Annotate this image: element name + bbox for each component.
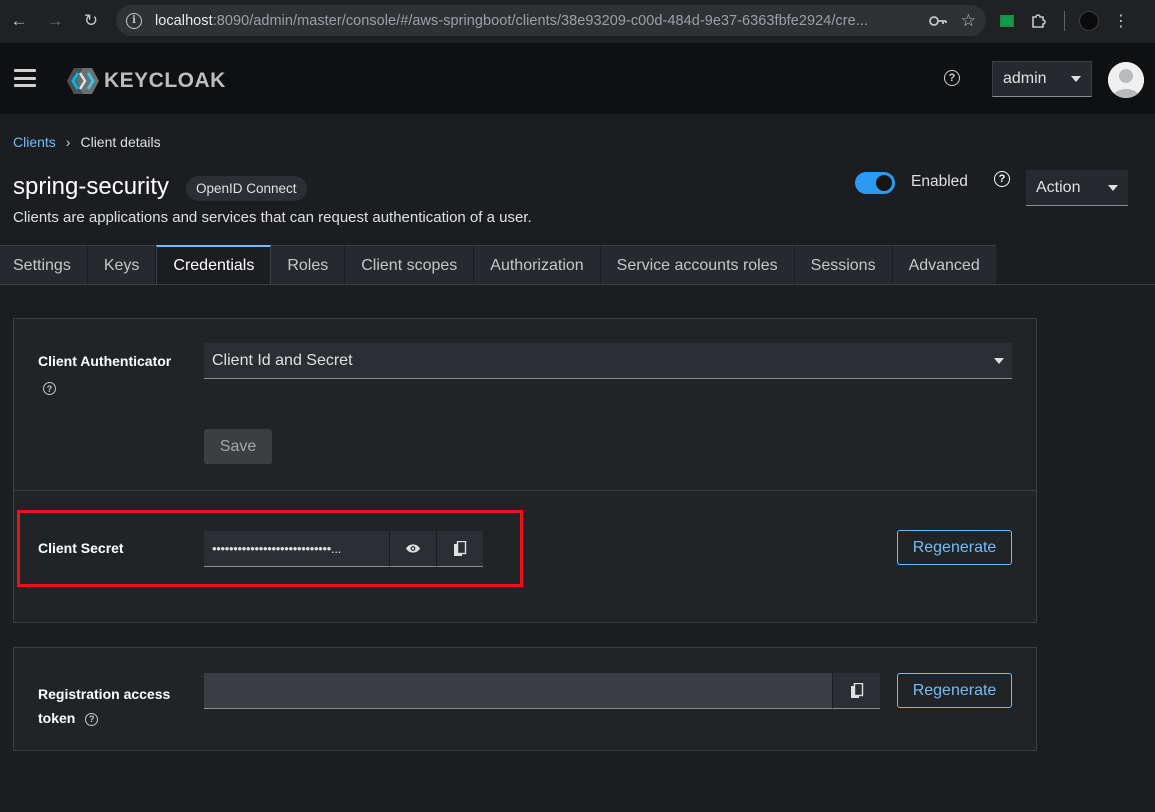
logo-text: KEYCLOAK xyxy=(104,69,226,92)
reload-icon[interactable]: ↻ xyxy=(78,8,104,34)
address-bar[interactable]: i localhost:8090/admin/master/console/#/… xyxy=(116,5,986,36)
client-authenticator-label: Client Authenticator xyxy=(38,353,172,369)
user-name: admin xyxy=(1003,70,1047,87)
chevron-right-icon: › xyxy=(65,134,71,150)
authenticator-help-icon[interactable]: ? xyxy=(43,380,56,398)
enabled-toggle[interactable] xyxy=(855,172,895,194)
registration-token-card: Registration access token ? Regenerate xyxy=(13,647,1037,751)
regenerate-token-button[interactable]: Regenerate xyxy=(897,673,1012,708)
keycloak-logo-icon xyxy=(67,68,99,94)
regenerate-secret-button[interactable]: Regenerate xyxy=(897,530,1012,565)
browser-profile-avatar[interactable] xyxy=(1079,11,1099,31)
registration-token-input[interactable] xyxy=(204,673,832,709)
help-icon[interactable]: ? xyxy=(944,70,960,86)
forward-arrow-icon[interactable]: → xyxy=(42,8,68,34)
client-authenticator-select[interactable]: Client Id and Secret xyxy=(204,343,1012,379)
tab-bar: Settings Keys Credentials Roles Client s… xyxy=(0,245,997,285)
copy-icon xyxy=(850,682,863,698)
page-description: Clients are applications and services th… xyxy=(13,209,532,226)
tabs-divider xyxy=(0,284,1155,285)
authenticator-value: Client Id and Secret xyxy=(212,351,353,369)
hamburger-menu-icon[interactable] xyxy=(14,69,36,87)
tab-settings[interactable]: Settings xyxy=(0,245,88,285)
extension-icon[interactable] xyxy=(1000,15,1014,27)
registration-token-label: Registration access token ? xyxy=(38,686,171,726)
toolbar-divider xyxy=(1064,11,1065,31)
registration-token-group xyxy=(204,673,880,709)
page-title: spring-security xyxy=(13,173,170,200)
token-help-icon[interactable]: ? xyxy=(85,712,99,726)
keycloak-logo[interactable]: KEYCLOAK xyxy=(66,67,226,95)
caret-down-icon xyxy=(994,357,1004,364)
caret-down-icon xyxy=(1071,76,1081,82)
caret-down-icon xyxy=(1108,184,1118,191)
client-secret-highlight xyxy=(17,510,523,587)
tab-advanced[interactable]: Advanced xyxy=(892,245,997,285)
extensions-puzzle-icon[interactable] xyxy=(1028,10,1050,32)
url-text[interactable]: localhost:8090/admin/master/console/#/aw… xyxy=(155,13,915,29)
breadcrumb-current: Client details xyxy=(80,134,161,150)
avatar[interactable] xyxy=(1108,62,1144,98)
tab-roles[interactable]: Roles xyxy=(271,245,346,285)
back-arrow-icon[interactable]: ← xyxy=(6,8,32,34)
breadcrumb-clients-link[interactable]: Clients xyxy=(13,134,56,150)
copy-token-button[interactable] xyxy=(832,673,880,709)
tab-credentials[interactable]: Credentials xyxy=(156,245,272,285)
enabled-label: Enabled xyxy=(911,173,968,190)
breadcrumb: Clients › Client details xyxy=(13,134,161,150)
action-dropdown[interactable]: Action xyxy=(1026,170,1128,206)
tab-keys[interactable]: Keys xyxy=(87,245,157,285)
browser-toolbar: ← → ↻ i localhost:8090/admin/master/cons… xyxy=(0,0,1155,42)
password-key-icon[interactable] xyxy=(928,15,947,27)
enabled-help-icon[interactable]: ? xyxy=(994,171,1010,187)
tab-authorization[interactable]: Authorization xyxy=(474,245,601,285)
tab-service-accounts-roles[interactable]: Service accounts roles xyxy=(600,245,795,285)
save-button[interactable]: Save xyxy=(204,429,272,464)
card-divider xyxy=(14,490,1036,491)
action-label: Action xyxy=(1036,178,1081,196)
user-dropdown[interactable]: admin xyxy=(992,61,1092,97)
tab-sessions[interactable]: Sessions xyxy=(794,245,893,285)
tab-client-scopes[interactable]: Client scopes xyxy=(345,245,475,285)
protocol-badge: OpenID Connect xyxy=(186,176,307,201)
bookmark-star-icon[interactable]: ☆ xyxy=(961,11,976,31)
site-info-icon[interactable]: i xyxy=(126,12,142,29)
browser-menu-icon[interactable]: ⋮ xyxy=(1113,11,1129,31)
masthead: KEYCLOAK ? admin xyxy=(0,43,1155,114)
